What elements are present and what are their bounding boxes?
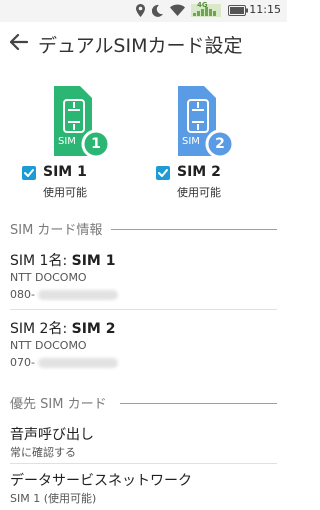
sim-2-checkbox[interactable] <box>156 166 170 180</box>
redacted-number <box>38 358 118 368</box>
section-divider <box>120 403 277 404</box>
page-title: デュアルSIMカード設定 <box>38 35 243 57</box>
sim-1-name-value: SIM 1 <box>71 253 116 269</box>
sim-2-name-value: SIM 2 <box>71 321 116 337</box>
section-divider <box>111 229 277 230</box>
sim-1-phone-number: 080- <box>10 288 35 301</box>
sim-2-card-label: SIM <box>182 136 200 147</box>
sim-1-card[interactable]: SIM 1 <box>40 86 112 162</box>
voice-call-title: 音声呼び出し <box>10 427 94 443</box>
sim-card-icon <box>54 86 111 159</box>
location-icon <box>136 4 145 17</box>
section-header-sim-info: SIM カード情報 <box>10 223 103 238</box>
sim-1-info-title: SIM 1名: SIM 1 <box>10 250 115 270</box>
app-bar: デュアルSIMカード設定 <box>0 22 287 66</box>
sim-2-name-prefix: SIM 2名: <box>10 321 72 337</box>
data-service-value: SIM 1 (使用可能) <box>10 492 97 505</box>
moon-icon <box>152 4 163 17</box>
sim-1-carrier: NTT DOCOMO <box>10 271 87 284</box>
row-divider <box>10 463 277 464</box>
sim-1-checkbox[interactable] <box>22 166 36 180</box>
back-arrow-icon[interactable] <box>10 34 28 50</box>
status-bar: 4G 11:15 <box>0 0 287 22</box>
row-divider <box>10 309 277 310</box>
status-time: 11:15 <box>249 3 281 16</box>
sim-1-status: 使用可能 <box>43 186 87 199</box>
sim-1-card-label: SIM <box>58 136 76 147</box>
sim-1-name: SIM 1 <box>43 164 87 180</box>
sim-2-info-title: SIM 2名: SIM 2 <box>10 318 115 338</box>
sim-2-name: SIM 2 <box>177 164 221 180</box>
signal-icon: 4G <box>191 1 221 17</box>
voice-call-value: 常に確認する <box>10 446 76 459</box>
sim-1-name-prefix: SIM 1名: <box>10 253 72 269</box>
redacted-number <box>38 290 118 300</box>
battery-icon <box>228 5 248 16</box>
sim-2-carrier: NTT DOCOMO <box>10 339 87 352</box>
data-service-title: データサービスネットワーク <box>10 473 192 489</box>
signal-label: 4G <box>197 1 208 9</box>
sim-1-number-badge: 1 <box>91 136 101 152</box>
wifi-icon <box>170 4 185 16</box>
sim-2-status: 使用可能 <box>177 186 221 199</box>
sim-2-card[interactable]: SIM 2 <box>164 86 236 162</box>
sim-card-icon <box>178 86 235 159</box>
section-header-priority-sim: 優先 SIM カード <box>10 397 107 412</box>
sim-2-phone-number: 070- <box>10 356 35 369</box>
sim-2-number-badge: 2 <box>215 136 225 152</box>
